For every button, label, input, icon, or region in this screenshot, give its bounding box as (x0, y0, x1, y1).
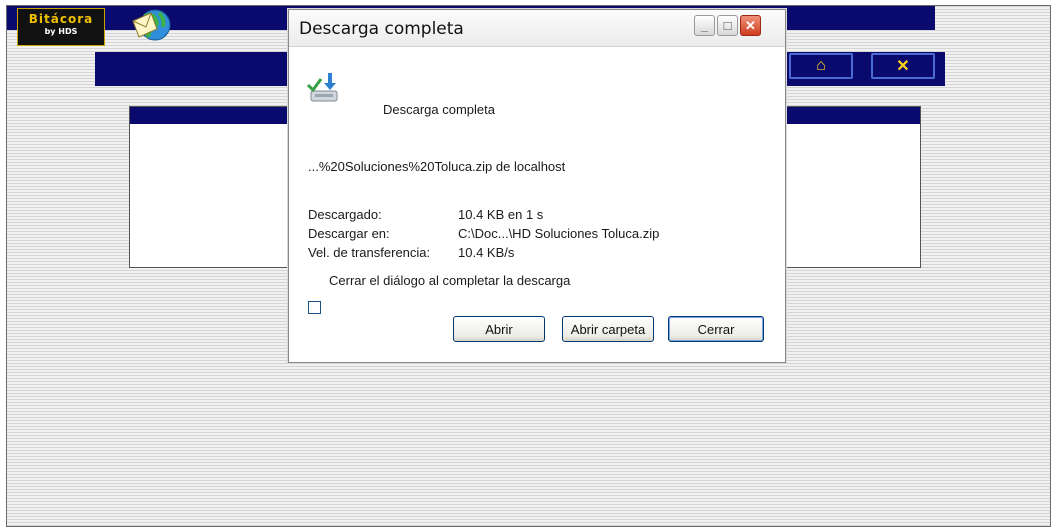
detail-label-save-to: Descargar en: (308, 226, 390, 241)
detail-label-downloaded: Descargado: (308, 207, 382, 222)
envelope-globe-icon[interactable] (129, 7, 173, 43)
maximize-icon[interactable]: □ (717, 15, 738, 36)
home-icon: ⌂ (816, 57, 826, 74)
logo-text: Bitácora (28, 12, 94, 26)
dialog-title: Descarga completa (299, 19, 464, 39)
open-folder-button[interactable]: Abrir carpeta (562, 316, 654, 342)
detail-value-downloaded: 10.4 KB en 1 s (458, 207, 544, 222)
dialog-title-bar[interactable]: Descarga completa _ □ ✕ (289, 10, 785, 47)
minimize-icon[interactable]: _ (694, 15, 715, 36)
exit-nav-button[interactable]: ✕ (871, 53, 935, 79)
x-icon: ✕ (896, 58, 910, 75)
download-complete-icon (305, 71, 341, 105)
logo-subtext: by HDS (44, 27, 78, 36)
detail-value-speed: 10.4 KB/s (458, 245, 515, 260)
home-nav-button[interactable]: ⌂ (789, 53, 853, 79)
close-icon[interactable]: ✕ (740, 15, 761, 36)
close-when-done-label[interactable]: Cerrar el diálogo al completar la descar… (329, 273, 570, 288)
app-logo: Bitácora by HDS (17, 8, 105, 46)
close-button[interactable]: Cerrar (668, 316, 764, 342)
dialog-heading: Descarga completa (383, 102, 495, 117)
detail-value-save-to: C:\Doc...\HD Soluciones Toluca.zip (458, 226, 660, 241)
dialog-content: Descarga completa ...%20Soluciones%20Tol… (289, 47, 785, 362)
download-complete-dialog: Descarga completa _ □ ✕ Descarga complet… (288, 9, 786, 363)
open-button[interactable]: Abrir (453, 316, 545, 342)
detail-label-speed: Vel. de transferencia: (308, 245, 431, 260)
close-when-done-checkbox[interactable] (308, 301, 321, 314)
file-source-text: ...%20Soluciones%20Toluca.zip de localho… (308, 159, 566, 174)
